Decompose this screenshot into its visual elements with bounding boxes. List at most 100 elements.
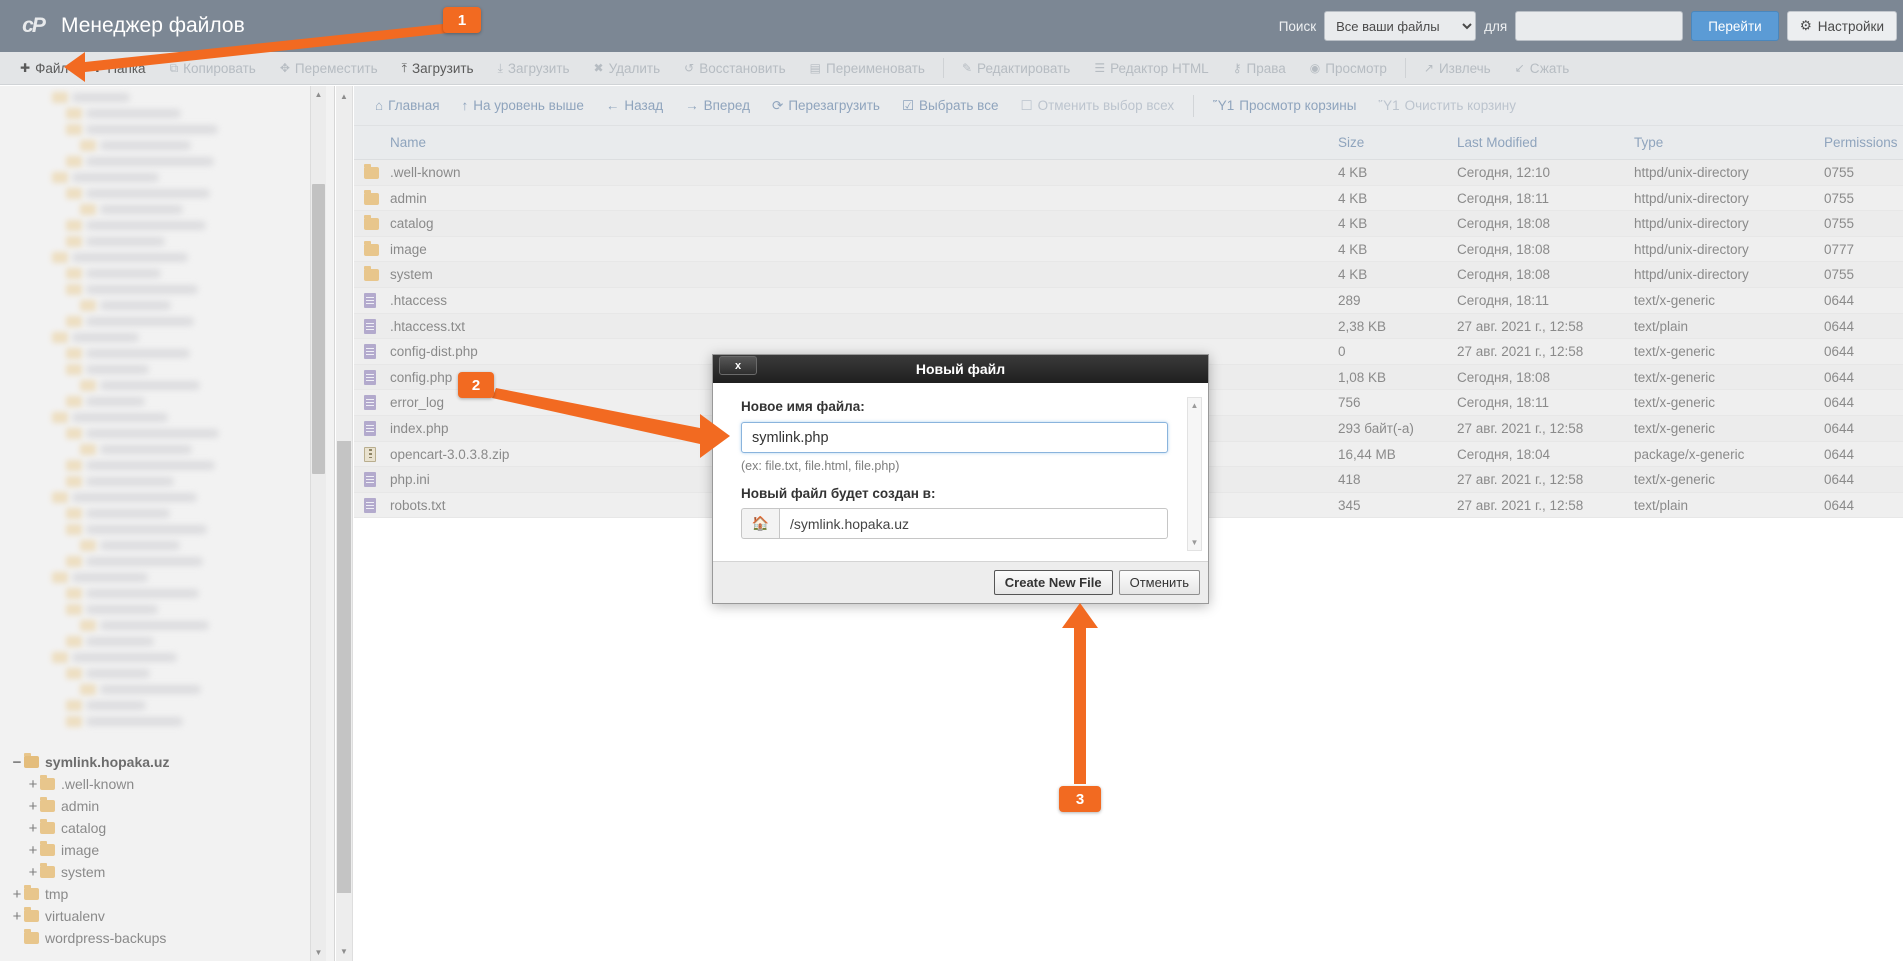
toolbar-item-label: Загрузить [411,60,474,76]
cell-permissions: 0644 [1824,472,1855,488]
blurred-folder-label [86,637,154,646]
settings-button[interactable]: ⚙ Настройки [1786,11,1897,41]
tree-item-catalog[interactable]: + catalog [10,817,305,839]
annotation-badge-1: 1 [443,7,481,33]
cell-size: 16,44 МВ [1338,446,1396,462]
expand-icon[interactable]: + [26,842,40,859]
tree-item-image[interactable]: + image [10,839,305,861]
cell-last-modified: Сегодня, 18:11 [1457,292,1550,308]
tree-item-label: system [61,864,106,880]
directory-tree: − symlink.hopaka.uz + .well-known + admin + cat… [0,751,305,949]
plus-icon: ✚ [20,61,31,75]
dialog-scrollbar[interactable]: ▲ ▼ [1187,397,1202,551]
table-row[interactable]: catalog 4 KB Сегодня, 18:08 httpd/unix-dire… [354,211,1903,237]
home-icon[interactable]: 🏠 [741,508,779,539]
expand-icon[interactable]: + [26,820,40,837]
column-header-type[interactable]: Type [1634,135,1663,150]
blurred-folder-icon [52,652,68,663]
table-row[interactable]: .htaccess.txt 2,38 KB 27 авг. 2021 г., 12:… [354,313,1903,340]
cell-name: php.ini [390,472,430,488]
tree-item-system[interactable]: + system [10,861,305,883]
toolbar-item-удалить: ✖ Удалить [582,52,673,85]
toolbar-item-загрузить: ⤓ Загрузить [486,52,582,85]
home-icon: ⌂ [375,98,384,113]
cell-last-modified: 27 авг. 2021 г., 12:58 [1457,472,1584,488]
compress-icon: ↙ [1514,61,1525,75]
folder-icon [40,797,55,812]
trash-icon: Ὕ1 [1378,98,1400,113]
tree-item-admin[interactable]: + admin [10,795,305,817]
cell-permissions: 0644 [1824,344,1855,360]
create-new-file-button[interactable]: Create New File [993,570,1113,595]
sidebar-scrollbar[interactable]: ▲ ▼ [310,86,326,961]
blurred-folder-label [86,589,199,598]
tree-item-symlink.hopaka.uz[interactable]: − symlink.hopaka.uz [10,751,305,773]
tree-item-.well-known[interactable]: + .well-known [10,773,305,795]
nav-item-просмотр-корзины[interactable]: Ὕ1 Просмотр корзины [1202,86,1367,126]
blurred-folder-icon [80,380,96,391]
cell-type: text/x-generic [1634,395,1716,411]
close-icon[interactable]: x [719,356,757,375]
cell-size: 4 KB [1338,216,1368,232]
collapse-icon[interactable]: − [10,754,24,771]
column-header-size[interactable]: Size [1338,135,1364,150]
cpanel-logo-icon: cP [22,14,46,37]
dialog-titlebar: x Новый файл [713,355,1208,383]
nav-item-label: Просмотр корзины [1239,98,1357,113]
scroll-up-icon[interactable]: ▲ [336,88,352,104]
expand-icon[interactable]: + [10,886,24,903]
cell-size: 289 [1338,292,1361,308]
cell-name: opencart-3.0.3.8.zip [390,446,510,462]
column-header-lastmodified[interactable]: Last Modified [1457,135,1537,150]
search-input[interactable] [1515,11,1684,41]
column-header-name[interactable]: Name [390,135,426,150]
new-file-name-input[interactable] [741,422,1168,453]
scroll-up-icon[interactable]: ▲ [1188,399,1201,412]
blurred-folder-label [86,349,190,358]
blurred-folder-label [72,333,139,342]
table-row[interactable]: admin 4 KB Сегодня, 18:11 httpd/unix-direct… [354,185,1903,212]
target-directory-field: 🏠 /symlink.hopaka.uz [741,508,1168,539]
blurred-directory-list [0,86,310,736]
nav-item-главная[interactable]: ⌂ Главная [364,86,451,126]
search-go-button[interactable]: Перейти [1691,11,1779,41]
expand-icon[interactable]: + [26,864,40,881]
nav-item-вперед[interactable]: → Вперед [674,86,761,126]
scroll-down-icon[interactable]: ▼ [336,943,352,959]
toolbar-item-папка[interactable]: ✚ Папка [80,52,157,85]
cancel-button[interactable]: Отменить [1118,570,1200,595]
column-header-permissions[interactable]: Permissions [1824,135,1898,150]
file-list-scroll-thumb[interactable] [337,441,351,893]
table-row[interactable]: image 4 KB Сегодня, 18:08 httpd/unix-direct… [354,236,1903,263]
expand-icon[interactable]: + [26,798,40,815]
toolbar-item-загрузить[interactable]: ⤒ Загрузить [390,52,486,85]
nav-item-выбрать-все[interactable]: ☑ Выбрать все [891,86,1010,126]
table-row[interactable]: .htaccess 289 Сегодня, 18:11 text/x-generic… [354,287,1903,314]
scroll-up-icon[interactable]: ▲ [311,87,326,102]
toolbar-item-редактор-html: ☰ Редактор HTML [1082,52,1220,85]
table-row[interactable]: system 4 KB Сегодня, 18:08 httpd/unix-direc… [354,262,1903,288]
file-list-scrollbar[interactable]: ▲ ▼ [336,86,353,961]
expand-icon[interactable]: + [26,776,40,793]
scroll-down-icon[interactable]: ▼ [311,945,326,960]
folder-icon [364,240,379,257]
nav-item-на-уровень-выше[interactable]: ↑ На уровень выше [451,86,595,126]
tree-item-wordpress-backups[interactable]: wordpress-backups [10,927,305,949]
cell-last-modified: 27 авг. 2021 г., 12:58 [1457,497,1584,513]
tree-item-virtualenv[interactable]: + virtualenv [10,905,305,927]
blurred-folder-label [72,173,159,182]
scroll-down-icon[interactable]: ▼ [1188,536,1201,549]
expand-icon[interactable]: + [10,908,24,925]
toolbar-item-файл[interactable]: ✚ Файл [8,52,80,85]
target-directory-path[interactable]: /symlink.hopaka.uz [779,508,1168,539]
tree-item-tmp[interactable]: + tmp [10,883,305,905]
search-scope-select[interactable]: Все ваши файлы [1324,11,1477,41]
cell-last-modified: 27 авг. 2021 г., 12:58 [1457,318,1584,334]
blurred-folder-icon [66,108,82,119]
nav-item-назад[interactable]: ← Назад [595,86,674,126]
nav-item-перезагрузить[interactable]: ⟳ Перезагрузить [761,86,891,126]
file-icon [364,420,376,439]
folder-icon [24,753,39,768]
sidebar-scroll-thumb[interactable] [312,184,325,474]
table-row[interactable]: .well-known 4 KB Сегодня, 12:10 httpd/unix-… [354,160,1903,186]
